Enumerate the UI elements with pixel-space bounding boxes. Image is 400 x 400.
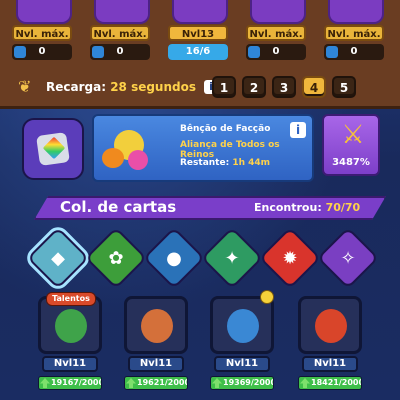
faction-blessing-panel[interactable]: Bênção de Facção Aliança de Todos os Rei… (92, 114, 314, 182)
pumpkin-icon (102, 148, 124, 168)
flower-icon: ✿ (108, 247, 124, 269)
card-level: Nvl11 (42, 356, 98, 372)
blessing-remaining: Restante: 1h 44m (180, 158, 271, 168)
lamp-icon: ✹ (282, 247, 298, 269)
deck-tab-5[interactable]: 5 (332, 76, 356, 98)
blessing-title: Bênção de Facção (180, 124, 271, 134)
card-frame (124, 296, 188, 354)
deck-card[interactable]: Nvl. máx. 0 (322, 0, 386, 68)
wings-icon: ✦ (224, 247, 240, 269)
deck-card[interactable]: Nvl. máx. 0 (244, 0, 308, 68)
blessing-icon (100, 126, 150, 174)
card-level-label: Nvl. máx. (90, 25, 150, 41)
notification-dot (260, 290, 274, 304)
bonus-button[interactable]: ⚔ 3487% (322, 114, 380, 176)
orb-icon: ● (166, 247, 182, 269)
card-frame (298, 296, 362, 354)
hero-card[interactable]: Nvl11 19621/2000 (124, 296, 188, 396)
hero-portrait (227, 309, 259, 343)
deck-tab-2[interactable]: 2 (242, 76, 266, 98)
card-art (172, 0, 228, 24)
hero-portrait (55, 309, 87, 343)
hero-card[interactable]: Talentos Nvl11 19167/2000 (38, 292, 102, 396)
symbol-icon (128, 150, 148, 170)
hero-card[interactable]: Nvl11 18421/2000 (298, 296, 362, 396)
card-count: 0 (12, 44, 72, 60)
blessing-name: Aliança de Todos os Reinos (180, 140, 280, 160)
card-progress: 18421/2000 (298, 376, 362, 390)
deck-panel: Nvl. máx. 0 Nvl. máx. 0 Nvl13 16/6 Nvl. … (0, 0, 400, 109)
card-count: 16/6 (168, 44, 228, 60)
card-level: Nvl11 (214, 356, 270, 372)
sword-icon: ⚔ (341, 120, 365, 150)
card-level-label: Nvl. máx. (324, 25, 384, 41)
hero-portrait (141, 309, 173, 343)
hero-portrait (315, 309, 347, 343)
card-level: Nvl11 (128, 356, 184, 372)
card-art (250, 0, 306, 24)
card-count: 0 (324, 44, 384, 60)
card-art (16, 0, 72, 24)
recharge-value: 28 segundos (110, 80, 196, 94)
card-progress: 19621/2000 (124, 376, 188, 390)
upgrade-icon (248, 46, 260, 58)
cosmetics-button[interactable] (22, 118, 84, 180)
card-progress: 19369/2000 (210, 376, 274, 390)
collection-title: Col. de cartas (60, 198, 177, 216)
card-count: 0 (246, 44, 306, 60)
hero-card[interactable]: Nvl11 19369/2000 (210, 290, 274, 396)
card-level-label: Nvl. máx. (246, 25, 306, 41)
card-art (328, 0, 384, 24)
deck-card[interactable]: Nvl13 16/6 (166, 0, 230, 68)
card-level-label: Nvl. máx. (12, 25, 72, 41)
deck-tab-1[interactable]: 1 (212, 76, 236, 98)
talent-badge: Talentos (46, 292, 96, 306)
bonus-percent: 3487% (332, 157, 370, 168)
card-count: 0 (90, 44, 150, 60)
deck-tabs: 1 2 3 4 5 (212, 76, 356, 98)
wings-icon: ❦ (18, 77, 32, 96)
deck-tab-3[interactable]: 3 (272, 76, 296, 98)
card-level: Nvl11 (302, 356, 358, 372)
info-icon[interactable]: i (290, 122, 306, 138)
deck-card[interactable]: Nvl. máx. 0 (88, 0, 152, 68)
card-frame (210, 296, 274, 354)
deck-tab-4[interactable]: 4 (302, 76, 326, 98)
collection-found: Encontrou: 70/70 (254, 201, 361, 214)
deck-card[interactable]: Nvl. máx. 0 (10, 0, 74, 68)
bat-icon: ✧ (340, 247, 356, 269)
upgrade-icon (14, 46, 26, 58)
gem-icon: ◆ (51, 247, 65, 269)
recharge-row: ❦ Recarga: 28 segundos i (18, 76, 218, 98)
upgrade-icon (326, 46, 338, 58)
card-art (94, 0, 150, 24)
upgrade-icon (92, 46, 104, 58)
card-level-label: Nvl13 (168, 25, 228, 41)
recharge-text: Recarga: 28 segundos (46, 80, 196, 94)
card-progress: 19167/2000 (38, 376, 102, 390)
